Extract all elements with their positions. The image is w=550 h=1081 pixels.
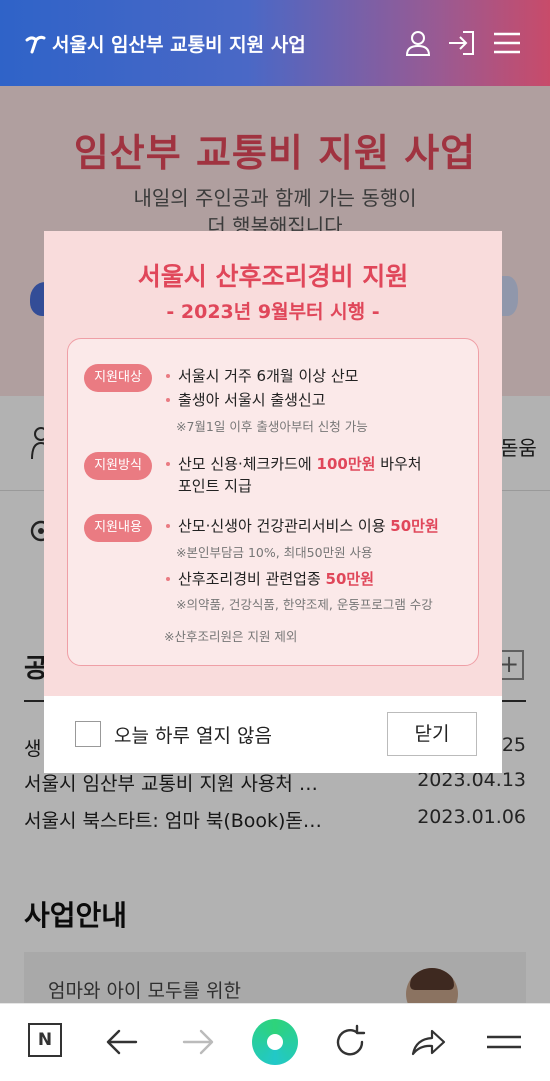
- amount-highlight: 100만원: [316, 455, 376, 473]
- info-note: ※본인부담금 10%, 최대50만원 사용: [176, 545, 373, 560]
- info-text: 서울시 거주 6개월 이상 산모: [178, 367, 359, 385]
- popup-info-box: 지원대상 서울시 거주 6개월 이상 산모 출생아 서울시 출생신고 ※7월1일…: [67, 338, 479, 666]
- popup-subtitle: - 2023년 9월부터 시행 -: [166, 301, 380, 323]
- popup-title: 서울시 산후조리경비 지원: [137, 262, 409, 291]
- info-text: 포인트 지급: [178, 477, 252, 495]
- dont-show-today-checkbox[interactable]: [75, 721, 101, 747]
- info-note: ※의약품, 건강식품, 한약조제, 운동프로그램 수강: [176, 597, 433, 612]
- menu-icon[interactable]: [492, 28, 522, 58]
- info-text-part: 산모·신생아 건강관리서비스 이용: [178, 517, 391, 535]
- close-button[interactable]: 닫기: [387, 712, 477, 756]
- amount-highlight: 50만원: [390, 517, 439, 535]
- info-text-part: 산모 신용·체크카드에: [178, 455, 317, 473]
- bullet: [166, 577, 170, 581]
- back-arrow-icon[interactable]: [102, 1022, 142, 1062]
- naver-n-icon[interactable]: N: [28, 1023, 62, 1057]
- info-text-part: 바우처: [375, 455, 422, 473]
- info-text-part: 산후조리경비 관련업종: [178, 570, 326, 588]
- site-title[interactable]: 서울시 임산부 교통비 지원 사업: [52, 30, 306, 57]
- green-dot-icon[interactable]: [252, 1019, 298, 1065]
- popup-footnote: ※산후조리원은 지원 제외: [164, 629, 298, 644]
- forward-arrow-icon[interactable]: [178, 1022, 218, 1062]
- user-icon[interactable]: [403, 28, 433, 58]
- tag-badge: 지원대상: [84, 364, 152, 392]
- popup-body: 서울시 산후조리경비 지원 - 2023년 9월부터 시행 - 지원대상 서울시…: [44, 231, 502, 696]
- share-icon[interactable]: [408, 1022, 448, 1062]
- info-text: 출생아 서울시 출생신고: [178, 391, 326, 409]
- dont-show-today-label[interactable]: 오늘 하루 열지 않음: [114, 721, 272, 748]
- tag-badge: 지원내용: [84, 514, 152, 542]
- login-icon[interactable]: [446, 28, 476, 58]
- tag-badge: 지원방식: [84, 452, 152, 480]
- logo-icon: [25, 35, 46, 54]
- bullet: [166, 374, 170, 378]
- info-text: 산후조리경비 관련업종 50만원: [178, 568, 374, 589]
- info-text: 산모·신생아 건강관리서비스 이용 50만원: [178, 515, 439, 536]
- info-text: 산모 신용·체크카드에 100만원 바우처: [178, 453, 422, 474]
- menu-icon[interactable]: [484, 1022, 524, 1062]
- bullet: [166, 524, 170, 528]
- amount-highlight: 50만원: [325, 570, 375, 588]
- info-note: ※7월1일 이후 출생아부터 신청 가능: [176, 419, 368, 434]
- popup-modal: 서울시 산후조리경비 지원 - 2023년 9월부터 시행 - 지원대상 서울시…: [44, 231, 502, 773]
- reload-icon[interactable]: [330, 1022, 370, 1062]
- bullet: [166, 398, 170, 402]
- app-header: 서울시 임산부 교통비 지원 사업: [0, 0, 550, 86]
- bullet: [166, 462, 170, 466]
